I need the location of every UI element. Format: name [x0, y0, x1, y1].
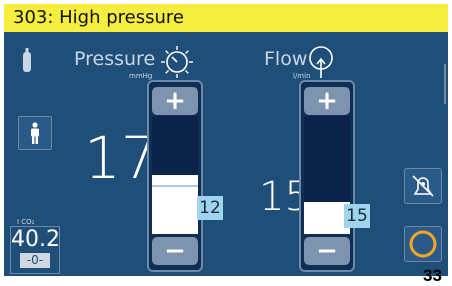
pressure-increase-button[interactable]: + [152, 87, 198, 115]
patient-button[interactable] [18, 116, 52, 150]
pressure-fill [152, 175, 198, 234]
alarm-bar[interactable]: 303: High pressure [4, 4, 448, 32]
pressure-track [152, 116, 198, 234]
figure-number: 33 [423, 266, 442, 285]
flow-decrease-button[interactable]: − [304, 237, 350, 265]
flow-setpoint-badge[interactable]: 15 [344, 204, 370, 228]
flow-increase-button[interactable]: + [304, 87, 350, 115]
flow-label: Flow [264, 48, 308, 70]
pressure-label: Pressure [74, 48, 156, 70]
co2-panel[interactable]: 40.2 -0- [10, 226, 60, 274]
device-screen: 303: High pressure Pressure mmHg Flow l/… [4, 4, 448, 276]
co2-value: 40.2 [11, 227, 60, 252]
pressure-dial-icon [161, 46, 193, 78]
pressure-slider[interactable]: + − [147, 80, 203, 272]
co2-sub-value: -0- [20, 253, 50, 268]
gas-cylinder-icon [23, 48, 31, 72]
flow-slider[interactable]: + − [299, 80, 355, 272]
pressure-unit: mmHg [129, 72, 153, 80]
side-scroll-indicator [444, 64, 446, 104]
power-button[interactable] [404, 226, 442, 262]
pressure-setpoint-badge[interactable]: 12 [197, 196, 223, 220]
pressure-measured-marker [152, 185, 198, 187]
alarm-silence-icon [412, 175, 434, 197]
alarm-text: 303: High pressure [13, 7, 184, 28]
power-ring-icon [409, 230, 437, 258]
co2-label: I CO₂ [17, 218, 35, 226]
patient-icon [31, 122, 39, 144]
flow-icon [309, 46, 333, 78]
pressure-decrease-button[interactable]: − [152, 237, 198, 265]
alarm-silence-button[interactable] [404, 168, 442, 204]
